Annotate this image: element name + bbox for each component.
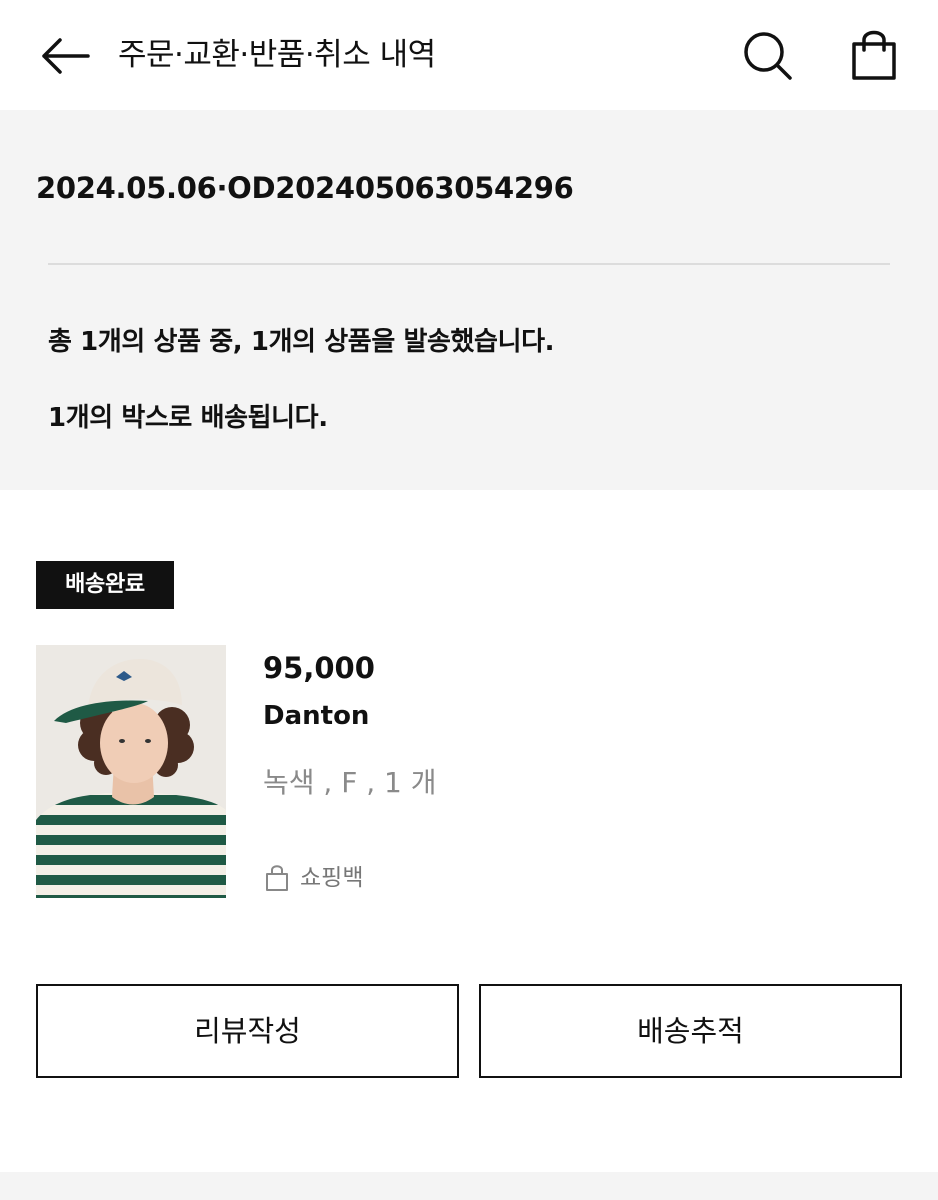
shopping-bag-tag: 쇼핑백 [264,860,363,896]
product-brand[interactable]: Danton [263,698,369,734]
back-button[interactable] [36,32,92,80]
page-title: 주문·교환·반품·취소 내역 [118,37,436,73]
order-summary-panel: 2024.05.06·OD202405063054296 총 1개의 상품 중,… [0,110,938,490]
divider [48,263,890,265]
search-icon [744,32,792,80]
top-app-bar: 주문·교환·반품·취소 내역 [0,0,938,110]
shopping-bag-icon [852,30,896,80]
cart-button[interactable] [846,26,902,82]
box-count-message: 1개의 박스로 배송됩니다. [48,403,328,433]
shopping-bag-label: 쇼핑백 [300,865,364,891]
order-number: 2024.05.06·OD202405063054296 [36,171,574,205]
status-badge: 배송완료 [36,561,174,609]
lock-bag-icon [266,865,288,891]
product-options: 녹색 , F , 1 개 [263,766,437,799]
track-delivery-button[interactable]: 배송추적 [479,984,902,1078]
arrow-left-icon [42,38,90,74]
product-photo-cap-model [36,645,226,898]
write-review-button[interactable]: 리뷰작성 [36,984,459,1078]
search-button[interactable] [740,28,794,82]
product-price: 95,000 [263,651,375,685]
shipment-status-message: 총 1개의 상품 중, 1개의 상품을 발송했습니다. [48,327,555,357]
product-thumbnail[interactable] [36,645,226,898]
section-separator [0,1172,938,1200]
